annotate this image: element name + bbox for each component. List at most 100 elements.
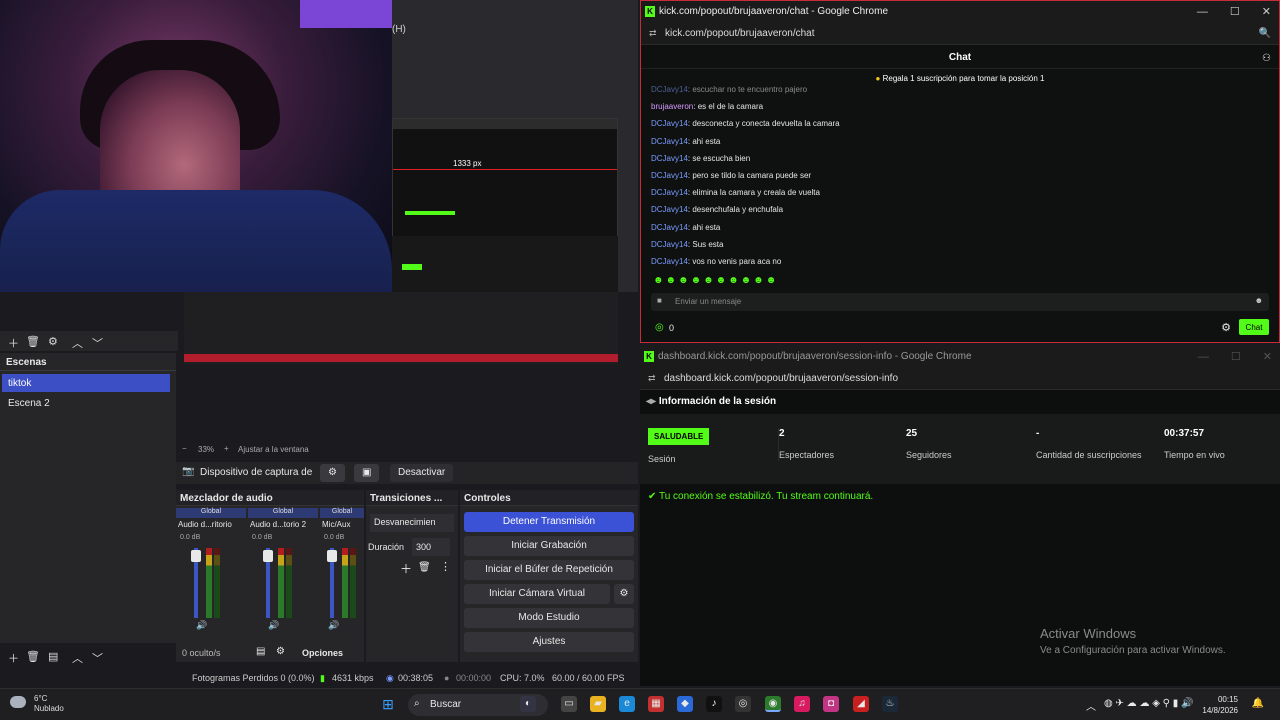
store-icon[interactable]: ▦ <box>648 696 664 712</box>
gear-icon[interactable]: ⚙ <box>614 584 634 604</box>
tiktok-live-icon[interactable]: ♫ <box>794 696 810 712</box>
scenes-toolbar: ＋ 🗑 ⚙ ︿ ﹀ <box>0 331 178 351</box>
maximize-icon[interactable]: ☐ <box>1230 6 1240 18</box>
level-meter <box>278 548 284 618</box>
chat-username[interactable]: DCJavy14 <box>651 257 688 266</box>
clock[interactable]: 00:15 14/8/2026 <box>1202 694 1238 716</box>
down-icon[interactable]: ﹀ <box>92 650 103 666</box>
zoom-icon[interactable]: 🔍 <box>1259 28 1271 39</box>
file-explorer-icon[interactable]: ▰ <box>590 696 606 712</box>
minimize-icon[interactable]: — <box>1198 351 1209 363</box>
chevron-up-icon[interactable]: ︿ <box>1086 698 1096 713</box>
tiktok-icon[interactable]: ♪ <box>706 696 722 712</box>
start-recording-button[interactable]: Iniciar Grabación <box>464 536 634 556</box>
down-icon[interactable]: ﹀ <box>92 335 103 351</box>
tray-icons[interactable]: ◍ ✈ ☁ ☁ ◈ ⚲ ▮ 🔊 <box>1104 698 1194 709</box>
settings-button[interactable]: Ajustes <box>464 632 634 652</box>
channel-db: 0.0 dB <box>324 534 345 541</box>
options-button[interactable]: Opciones <box>302 648 343 658</box>
zoom-in-icon[interactable]: + <box>224 444 229 453</box>
chat-username[interactable]: DCJavy14 <box>651 154 688 163</box>
volume-knob[interactable] <box>191 550 201 562</box>
fit-dropdown[interactable]: Ajustar a la ventana <box>238 445 309 454</box>
task-view-icon[interactable]: ▭ <box>561 696 577 712</box>
transition-select[interactable]: Desvanecimien <box>370 514 454 532</box>
obs-icon[interactable]: ◎ <box>735 696 751 712</box>
instagram-icon[interactable]: ◘ <box>823 696 839 712</box>
add-icon[interactable]: ＋ <box>8 650 19 666</box>
mixer-settings-icon[interactable]: ⚙ <box>276 646 285 657</box>
source-settings-button[interactable]: ⚙ <box>320 464 345 482</box>
filter-icon[interactable]: ▤ <box>48 650 58 663</box>
source-filters-button[interactable]: ▣ <box>354 464 380 482</box>
app-red-icon[interactable]: ◢ <box>853 696 869 712</box>
volume-knob[interactable] <box>327 550 337 562</box>
gear-icon[interactable]: ⚙ <box>1221 321 1231 334</box>
minimize-icon[interactable]: — <box>1197 6 1208 18</box>
connection-status: ✔ Tu conexión se estabilizó. Tu stream c… <box>648 491 873 502</box>
chat-username[interactable]: DCJavy14 <box>651 85 688 94</box>
chrome-icon[interactable]: ◉ <box>765 696 781 712</box>
site-info-icon[interactable]: ⇄ <box>648 373 656 384</box>
add-transition-icon[interactable]: ＋ <box>400 560 412 577</box>
emote-bar[interactable]: ☻☻☻☻☻☻☻☻☻☻ <box>653 275 778 286</box>
studio-mode-button[interactable]: Modo Estudio <box>464 608 634 628</box>
user-settings-icon[interactable]: ⚇ <box>1262 53 1271 64</box>
zoom-out-icon[interactable]: − <box>182 444 187 453</box>
site-info-icon[interactable]: ⇄ <box>649 28 657 39</box>
replay-buffer-button[interactable]: Iniciar el Búfer de Repetición <box>464 560 634 580</box>
up-icon[interactable]: ︿ <box>72 650 83 666</box>
chat-username[interactable]: DCJavy14 <box>651 205 688 214</box>
close-icon[interactable]: ✕ <box>1262 6 1271 18</box>
date: 14/8/2026 <box>1202 706 1238 715</box>
chat-username[interactable]: DCJavy14 <box>651 137 688 146</box>
chat-window-title: kick.com/popout/brujaaveron/chat - Googl… <box>659 6 889 17</box>
chat-input[interactable]: ■ Enviar un mensaje ☻ <box>651 293 1269 311</box>
volume-knob[interactable] <box>263 550 273 562</box>
chat-username[interactable]: DCJavy14 <box>651 240 688 249</box>
hidden-count: 0 oculto/s <box>182 648 221 658</box>
close-icon[interactable]: ✕ <box>1263 351 1272 363</box>
deactivate-button[interactable]: Desactivar <box>390 464 454 482</box>
chat-username[interactable]: DCJavy14 <box>651 119 688 128</box>
speaker-icon[interactable]: 🔊 <box>196 620 207 631</box>
app-icon[interactable]: ◆ <box>677 696 693 712</box>
duration-input[interactable]: 300 <box>412 538 450 556</box>
virtual-camera-button[interactable]: Iniciar Cámara Virtual <box>464 584 610 604</box>
session-window: K dashboard.kick.com/popout/brujaaveron/… <box>640 346 1280 686</box>
chat-address-bar[interactable]: ⇄ kick.com/popout/brujaaveron/chat 🔍 <box>641 23 1279 45</box>
maximize-icon[interactable]: ☐ <box>1231 351 1241 363</box>
activate-line2: Ve a Configuración para activar Windows. <box>1040 645 1226 656</box>
layout-icon[interactable]: ▤ <box>256 646 265 657</box>
trash-icon[interactable]: 🗑 <box>418 562 431 573</box>
session-address-bar[interactable]: ⇄ dashboard.kick.com/popout/brujaaveron/… <box>640 368 1280 390</box>
scene-item[interactable]: Escena 2 <box>2 394 170 412</box>
emote-picker-icon[interactable]: ■ <box>657 296 662 305</box>
stop-streaming-button[interactable]: Detener Transmisión <box>464 512 634 532</box>
points-icon[interactable]: ◎ <box>655 322 664 333</box>
more-icon[interactable]: ⋮ <box>440 560 451 573</box>
widgets-icon[interactable]: ◐ <box>520 696 536 712</box>
trash-icon[interactable]: 🗑 <box>26 335 40 348</box>
source-name: Dispositivo de captura de v <box>200 467 312 478</box>
emoji-icon[interactable]: ☻ <box>1255 296 1263 305</box>
up-icon[interactable]: ︿ <box>72 335 83 351</box>
speaker-icon[interactable]: 🔊 <box>328 620 339 631</box>
chat-username[interactable]: DCJavy14 <box>651 171 688 180</box>
chat-text: : se escucha bien <box>687 153 751 163</box>
steam-icon[interactable]: ♨ <box>882 696 898 712</box>
windows-start-icon[interactable]: ⊞ <box>380 696 396 712</box>
stat-label: Seguidores <box>906 450 952 460</box>
chat-username[interactable]: DCJavy14 <box>651 223 688 232</box>
chat-send-button[interactable]: Chat <box>1239 319 1269 335</box>
trash-icon[interactable]: 🗑 <box>26 650 40 663</box>
speaker-icon[interactable]: 🔊 <box>268 620 279 631</box>
gear-icon[interactable]: ⚙ <box>48 335 58 348</box>
chat-username[interactable]: brujaaveron <box>651 102 693 111</box>
chat-titlebar: K kick.com/popout/brujaaveron/chat - Goo… <box>641 1 1279 23</box>
add-scene-icon[interactable]: ＋ <box>8 335 19 351</box>
scene-item[interactable]: tiktok <box>2 374 170 392</box>
chat-username[interactable]: DCJavy14 <box>651 188 688 197</box>
edge-icon[interactable]: e <box>619 696 635 712</box>
notifications-icon[interactable]: 🔔 <box>1252 698 1264 709</box>
